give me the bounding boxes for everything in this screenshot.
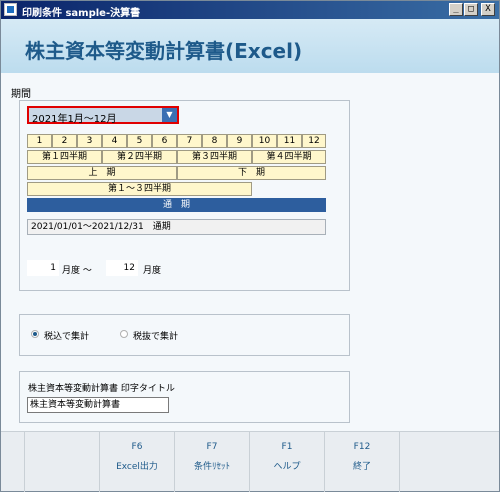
fkey-code: F12 bbox=[353, 442, 371, 452]
print-title-input[interactable]: 株主資本等変動計算書 bbox=[27, 397, 169, 413]
fkey-blank-left bbox=[24, 432, 99, 492]
month-cell-4[interactable]: 4 bbox=[102, 134, 127, 148]
period-section-label: 期間 bbox=[11, 89, 31, 100]
quarter-cell-2[interactable]: 第２四半期 bbox=[102, 150, 177, 164]
reset-conditions-button[interactable]: F7 条件ﾘｾｯﾄ bbox=[174, 432, 249, 492]
report-title: 株主資本等変動計算書(Excel) bbox=[25, 39, 303, 63]
quarter-cell-4[interactable]: 第４四半期 bbox=[252, 150, 326, 164]
tax-excluded-label[interactable]: 税抜で集計 bbox=[133, 329, 178, 342]
fkey-label: Excel出力 bbox=[116, 462, 158, 472]
tax-excluded-radio[interactable] bbox=[120, 330, 128, 338]
print-conditions-window: 印刷条件 sample-決算書 _ □ X 株主資本等変動計算書(Excel) … bbox=[0, 0, 500, 492]
month-cell-12[interactable]: 12 bbox=[302, 134, 326, 148]
function-key-bar: F6 Excel出力 F7 条件ﾘｾｯﾄ F1 ヘルプ F12 終了 bbox=[1, 431, 499, 492]
minimize-button[interactable]: _ bbox=[449, 3, 463, 16]
to-month-input[interactable]: 12 bbox=[106, 260, 138, 276]
chevron-down-icon[interactable]: ▼ bbox=[162, 108, 177, 122]
first-half-cell[interactable]: 上 期 bbox=[27, 166, 177, 180]
period-select[interactable]: 2021年1月～12月 ▼ bbox=[27, 106, 179, 125]
close-button[interactable]: X bbox=[481, 3, 495, 16]
period-select-value: 2021年1月～12月 bbox=[32, 114, 117, 125]
month-cell-1[interactable]: 1 bbox=[27, 134, 52, 148]
app-icon bbox=[4, 3, 17, 16]
exit-button[interactable]: F12 終了 bbox=[324, 432, 399, 492]
month-cell-5[interactable]: 5 bbox=[127, 134, 152, 148]
tax-included-label[interactable]: 税込で集計 bbox=[44, 329, 89, 342]
month-cell-2[interactable]: 2 bbox=[52, 134, 77, 148]
fkey-label: 条件ﾘｾｯﾄ bbox=[193, 462, 230, 472]
period-range-display: 2021/01/01～2021/12/31 通期 bbox=[27, 219, 326, 235]
fkey-code: F6 bbox=[131, 442, 143, 452]
quarter-cell-3[interactable]: 第３四半期 bbox=[177, 150, 252, 164]
month-cell-11[interactable]: 11 bbox=[277, 134, 302, 148]
tax-included-radio[interactable] bbox=[31, 330, 39, 338]
help-button[interactable]: F1 ヘルプ bbox=[249, 432, 324, 492]
excel-export-button[interactable]: F6 Excel出力 bbox=[99, 432, 174, 492]
window-title: 印刷条件 sample-決算書 bbox=[22, 8, 141, 19]
month-cell-10[interactable]: 10 bbox=[252, 134, 277, 148]
report-banner: 株主資本等変動計算書(Excel) bbox=[1, 19, 499, 73]
month-cell-9[interactable]: 9 bbox=[227, 134, 252, 148]
print-title-label: 株主資本等変動計算書 印字タイトル bbox=[28, 384, 175, 394]
fkey-code: F7 bbox=[206, 442, 218, 452]
fkey-code: F1 bbox=[281, 442, 293, 452]
q1-to-q3-cell[interactable]: 第１～３四半期 bbox=[27, 182, 252, 196]
month-cell-6[interactable]: 6 bbox=[152, 134, 177, 148]
fkey-label: 終了 bbox=[352, 462, 371, 472]
second-half-cell[interactable]: 下 期 bbox=[177, 166, 326, 180]
from-month-unit: 月度 ～ bbox=[62, 266, 92, 276]
month-cell-8[interactable]: 8 bbox=[202, 134, 227, 148]
maximize-button[interactable]: □ bbox=[464, 3, 478, 16]
quarter-cell-1[interactable]: 第１四半期 bbox=[27, 150, 102, 164]
full-year-cell[interactable]: 通 期 bbox=[27, 198, 326, 212]
month-cell-3[interactable]: 3 bbox=[77, 134, 102, 148]
title-bar: 印刷条件 sample-決算書 _ □ X bbox=[1, 1, 499, 19]
from-month-input[interactable]: 1 bbox=[27, 260, 59, 276]
fkey-label: ヘルプ bbox=[273, 462, 301, 472]
fkey-blank-right bbox=[399, 432, 474, 492]
month-cell-7[interactable]: 7 bbox=[177, 134, 202, 148]
to-month-unit: 月度 bbox=[143, 266, 162, 276]
